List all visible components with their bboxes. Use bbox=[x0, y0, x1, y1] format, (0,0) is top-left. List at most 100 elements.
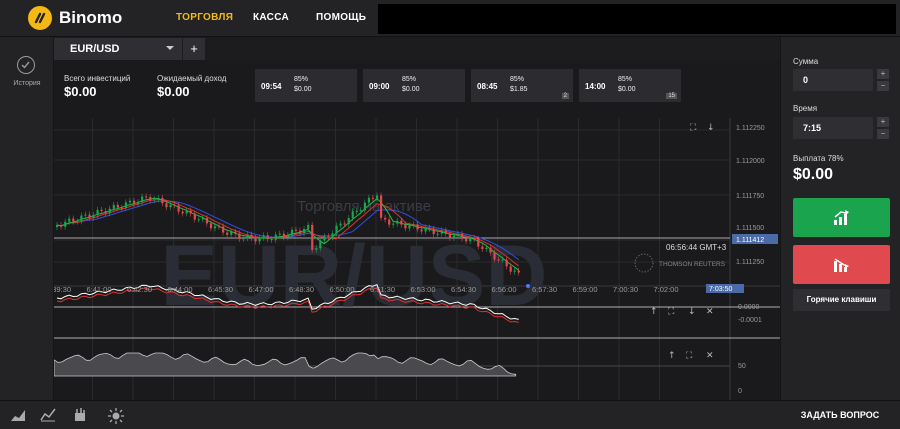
amount-increase-button[interactable]: + bbox=[877, 69, 889, 79]
nav-cashier[interactable]: КАССА bbox=[253, 12, 289, 23]
candle-body bbox=[469, 237, 472, 242]
asset-label: EUR/USD bbox=[70, 43, 120, 55]
close-icon: ✕ bbox=[706, 351, 714, 361]
candle-body bbox=[493, 252, 496, 260]
candle-body bbox=[282, 233, 285, 238]
candle-body bbox=[461, 233, 464, 239]
put-down-button[interactable] bbox=[793, 245, 890, 284]
time-tick-label: 6:39:30 bbox=[54, 285, 71, 294]
payout-value: $0.00 bbox=[793, 166, 834, 183]
candle-body bbox=[218, 226, 221, 228]
macd-tick-label: -0.0001 bbox=[738, 317, 762, 324]
indicators-icon[interactable] bbox=[40, 408, 56, 422]
candle-body bbox=[404, 224, 407, 229]
candle-body bbox=[497, 259, 500, 261]
deal-percent: 85% bbox=[402, 76, 417, 83]
left-sidebar: История bbox=[0, 37, 54, 400]
thomson-reuters-logo-icon bbox=[634, 253, 654, 273]
time-increase-button[interactable]: + bbox=[877, 117, 889, 127]
candle-body bbox=[331, 233, 334, 238]
candle-body bbox=[290, 229, 294, 236]
candle-body bbox=[359, 210, 362, 212]
candle-body bbox=[343, 223, 346, 225]
hotkeys-button[interactable]: Горячие клавиши bbox=[793, 289, 890, 311]
candle-body bbox=[489, 247, 492, 253]
time-tick-label: 6:56:00 bbox=[492, 285, 517, 294]
amount-decrease-button[interactable]: − bbox=[877, 81, 889, 91]
expected-income-value: $0.00 bbox=[157, 84, 190, 99]
candle-body bbox=[230, 231, 233, 235]
candle-body bbox=[315, 248, 318, 250]
call-up-button[interactable] bbox=[793, 198, 890, 237]
candle-body bbox=[517, 270, 520, 273]
candle-body bbox=[92, 215, 95, 218]
deal-percent: 85% bbox=[618, 76, 633, 83]
chart-area[interactable]: EUR/USD Торговля на активе 1.112250 1.112… bbox=[54, 60, 780, 400]
chart-type-icon[interactable] bbox=[10, 408, 26, 422]
candle-body bbox=[307, 224, 310, 229]
arrow-down-icon: ↓ bbox=[707, 123, 715, 133]
candle-body bbox=[254, 237, 257, 242]
time-tick-label: 6:44:00 bbox=[168, 285, 193, 294]
ask-question-button[interactable]: ЗАДАТЬ ВОПРОС bbox=[780, 401, 900, 429]
theme-icon[interactable] bbox=[108, 408, 124, 424]
chart-canvas[interactable]: EUR/USD Торговля на активе 1.1122501.112… bbox=[54, 60, 780, 400]
candle-body bbox=[88, 214, 91, 218]
time-tick-label: 6:41:00 bbox=[87, 285, 112, 294]
current-price-label: 1.111412 bbox=[736, 237, 764, 244]
price-tick-label: 1.111750 bbox=[736, 193, 764, 200]
macd-tick-label: 0.0000 bbox=[738, 304, 760, 311]
candle-body bbox=[258, 237, 261, 242]
account-area-redacted bbox=[378, 4, 896, 34]
nav-help[interactable]: ПОМОЩЬ bbox=[316, 12, 366, 23]
candle-body bbox=[452, 235, 456, 239]
amount-input[interactable]: 0 bbox=[793, 69, 873, 91]
candle-body bbox=[222, 226, 225, 233]
time-tick-label: 7:02:00 bbox=[654, 285, 679, 294]
candle-body bbox=[153, 199, 156, 201]
candle-body bbox=[375, 195, 379, 199]
candle-body bbox=[141, 196, 144, 203]
candle-body bbox=[303, 228, 306, 234]
candle-body bbox=[299, 230, 302, 234]
fullscreen-icon: ⛶ bbox=[667, 306, 675, 317]
time-tick-label: 6:50:00 bbox=[330, 285, 355, 294]
payout-label: Выплата 78% bbox=[793, 154, 844, 163]
deal-card[interactable]: 09:00 85% $0.00 bbox=[363, 69, 465, 102]
candle-body bbox=[400, 220, 403, 225]
candle-body bbox=[76, 221, 79, 223]
candle-body bbox=[335, 225, 338, 234]
time-input[interactable]: 7:15 bbox=[793, 117, 873, 139]
add-asset-button[interactable]: + bbox=[183, 38, 205, 60]
candle-body bbox=[149, 197, 152, 201]
time-tick-label: 6:47:00 bbox=[249, 285, 274, 294]
deal-time: 09:00 bbox=[369, 82, 390, 91]
deal-amount: $0.00 bbox=[618, 86, 636, 93]
top-bar: Binomo ТОРГОВЛЯ КАССА ПОМОЩЬ bbox=[0, 0, 900, 37]
candle-body bbox=[205, 218, 209, 224]
candle-body bbox=[161, 197, 164, 204]
candle-body bbox=[420, 229, 423, 232]
time-decrease-button[interactable]: − bbox=[877, 129, 889, 139]
total-invest-label: Всего инвестиций bbox=[64, 74, 131, 83]
nav-trade[interactable]: ТОРГОВЛЯ bbox=[176, 12, 233, 23]
candle-body bbox=[412, 224, 415, 226]
candle-body bbox=[56, 225, 59, 227]
asset-selector[interactable]: EUR/USD bbox=[54, 38, 182, 60]
candle-body bbox=[201, 218, 204, 220]
candle-body bbox=[380, 195, 383, 218]
candle-body bbox=[481, 246, 484, 249]
deal-card[interactable]: 14:00 85% $0.00 15 bbox=[579, 69, 681, 102]
candle-body bbox=[68, 218, 71, 222]
candle-body bbox=[505, 259, 508, 267]
candle-body bbox=[173, 204, 176, 206]
candle-body bbox=[181, 211, 184, 214]
logo[interactable]: Binomo bbox=[28, 6, 122, 30]
total-invest-value: $0.00 bbox=[64, 84, 97, 99]
deal-count-badge: 15 bbox=[666, 93, 677, 99]
close-icon: ✕ bbox=[706, 307, 714, 317]
osc-tick-label: 0 bbox=[738, 388, 742, 395]
deal-card[interactable]: 09:54 85% $0.00 bbox=[255, 69, 357, 102]
drawing-tools-icon[interactable] bbox=[72, 408, 88, 422]
deal-card[interactable]: 08:45 85% $1.85 2 bbox=[471, 69, 573, 102]
